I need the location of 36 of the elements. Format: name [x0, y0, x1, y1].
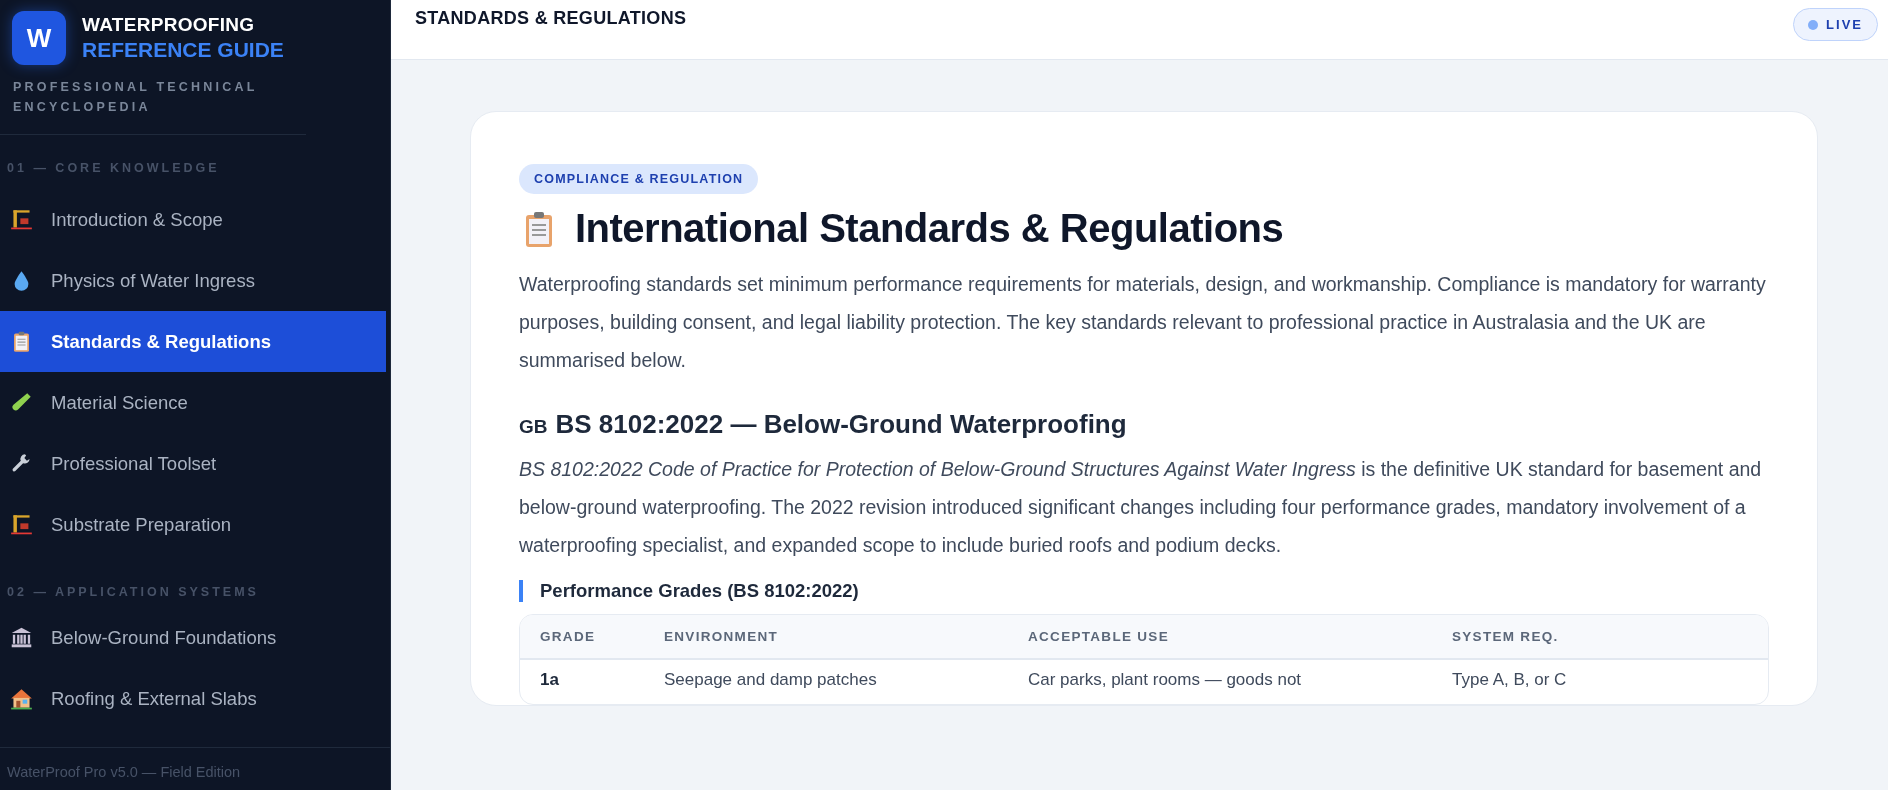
- column-header: SYSTEM REQ.: [1451, 628, 1560, 646]
- category-tag: COMPLIANCE & REGULATION: [519, 164, 759, 194]
- sidebar-item[interactable]: Physics of Water Ingress: [0, 250, 386, 311]
- table-cell-text: Seepage and damp patches: [663, 669, 878, 691]
- section-paragraph: BS 8102:2022 Code of Practice for Protection of Below-Ground Structures Against Water Ingress is the definitive UK standard for basement and below-ground waterproofing. The 2022 revision introduced significant changes including four performance grades, mandatory involvement of a waterproofing specialist, and expanded scope to include buried roofs and podium decks.: [519, 457, 1763, 558]
- live-status-pill: LIVE: [1793, 8, 1878, 41]
- sidebar-item[interactable]: Professional Toolset: [0, 433, 386, 494]
- sidebar-item[interactable]: Standards & Regulations: [0, 311, 386, 372]
- logo-badge: W: [12, 11, 66, 65]
- sidebar-item[interactable]: Introduction & Scope: [0, 189, 386, 250]
- sidebar-item[interactable]: Roofing & External Slabs: [0, 668, 386, 729]
- brand-title: WATERPROOFING: [82, 13, 256, 37]
- nav-section-label: 01 — CORE KNOWLEDGE: [6, 161, 221, 175]
- flag-code: GB: [519, 416, 548, 438]
- brand-tagline: PROFESSIONAL TECHNICAL ENCYCLOPEDIA: [0, 65, 306, 135]
- sidebar-item[interactable]: Substrate Preparation: [0, 494, 386, 555]
- table-cell-text: 1a: [539, 669, 560, 691]
- classical-building-icon: [10, 626, 33, 649]
- nav-section-label: 02 — APPLICATION SYSTEMS: [6, 585, 260, 599]
- intro-paragraph: Waterproofing standards set minimum performance requirements for materials, design, and workmanship. Compliance is mandatory for warranty purposes, building consent, and legal liability protection. The key standards relevant to professional practice in Australasia and the UK are summarised below.: [519, 272, 1767, 373]
- column-header: GRADE: [539, 628, 597, 646]
- page-title: STANDARDS & REGULATIONS: [415, 8, 687, 29]
- crane-icon: [10, 513, 33, 536]
- house-icon: [10, 687, 33, 710]
- subsection-heading: Performance Grades (BS 8102:2022): [519, 580, 1769, 602]
- column-header: ENVIRONMENT: [663, 628, 780, 646]
- section-heading: BS 8102:2022 — Below-Ground Waterproofing: [555, 409, 1127, 440]
- table-cell-text: Type A, B, or C: [1451, 669, 1568, 691]
- article-title: International Standards & Regulations: [575, 206, 1284, 251]
- column-header: ACCEPTABLE USE: [1027, 628, 1170, 646]
- sidebar-item[interactable]: Material Science: [0, 372, 386, 433]
- sidebar-item[interactable]: Below-Ground Foundations: [0, 607, 386, 668]
- table-cell-text: Car parks, plant rooms — goods not: [1027, 669, 1303, 691]
- version-label: WaterProof Pro v5.0 — Field Edition: [0, 747, 390, 790]
- crane-icon: [10, 208, 33, 231]
- brand-subtitle: REFERENCE GUIDE: [82, 37, 284, 63]
